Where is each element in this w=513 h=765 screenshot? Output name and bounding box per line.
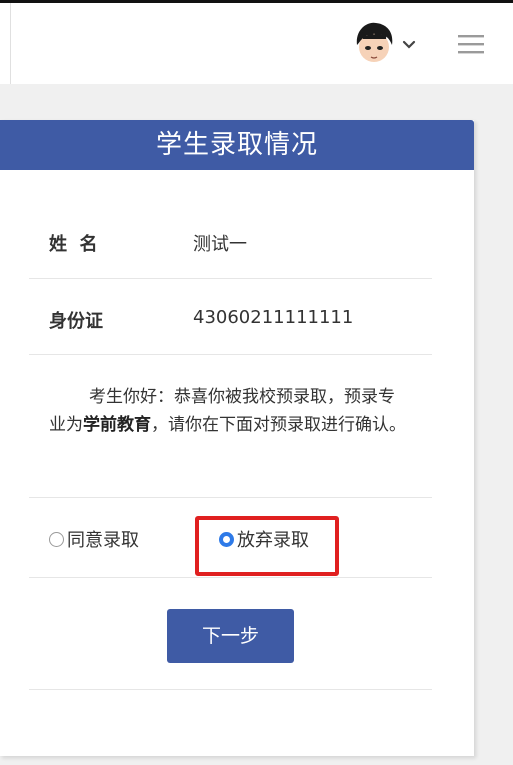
name-value: 测试一 — [193, 234, 247, 255]
hamburger-menu-icon[interactable] — [456, 32, 486, 56]
notice-major: 学前教育 — [83, 415, 151, 435]
admission-card: 学生录取情况 姓 名 测试一 身份证 43060211111111 考生你好：恭… — [0, 120, 474, 756]
topbar-divider — [10, 3, 11, 84]
name-label: 姓 名 — [49, 234, 98, 255]
next-step-button[interactable]: 下一步 — [167, 609, 294, 663]
decline-admission-label: 放弃录取 — [237, 530, 309, 551]
radio-unchecked-icon[interactable] — [49, 531, 64, 547]
chevron-down-icon[interactable] — [401, 37, 417, 53]
radio-checked-icon[interactable] — [219, 531, 234, 547]
divider — [29, 689, 432, 690]
decline-admission-radio[interactable]: 放弃录取 — [219, 526, 309, 552]
user-avatar-icon[interactable] — [352, 21, 396, 69]
id-value: 43060211111111 — [193, 307, 354, 328]
divider — [29, 278, 432, 279]
divider — [29, 577, 432, 578]
notice-text-end: ，请你在下面对预录取进行确认。 — [151, 415, 406, 435]
id-label: 身份证 — [49, 311, 103, 332]
top-bar — [0, 0, 513, 84]
divider — [29, 354, 432, 355]
accept-admission-radio[interactable]: 同意录取 — [49, 526, 139, 552]
card-title: 学生录取情况 — [0, 120, 474, 170]
accept-admission-label: 同意录取 — [67, 530, 139, 551]
admission-notice: 考生你好：恭喜你被我校预录取，预录专业为学前教育，请你在下面对预录取进行确认。 — [49, 383, 409, 439]
divider — [29, 497, 432, 498]
